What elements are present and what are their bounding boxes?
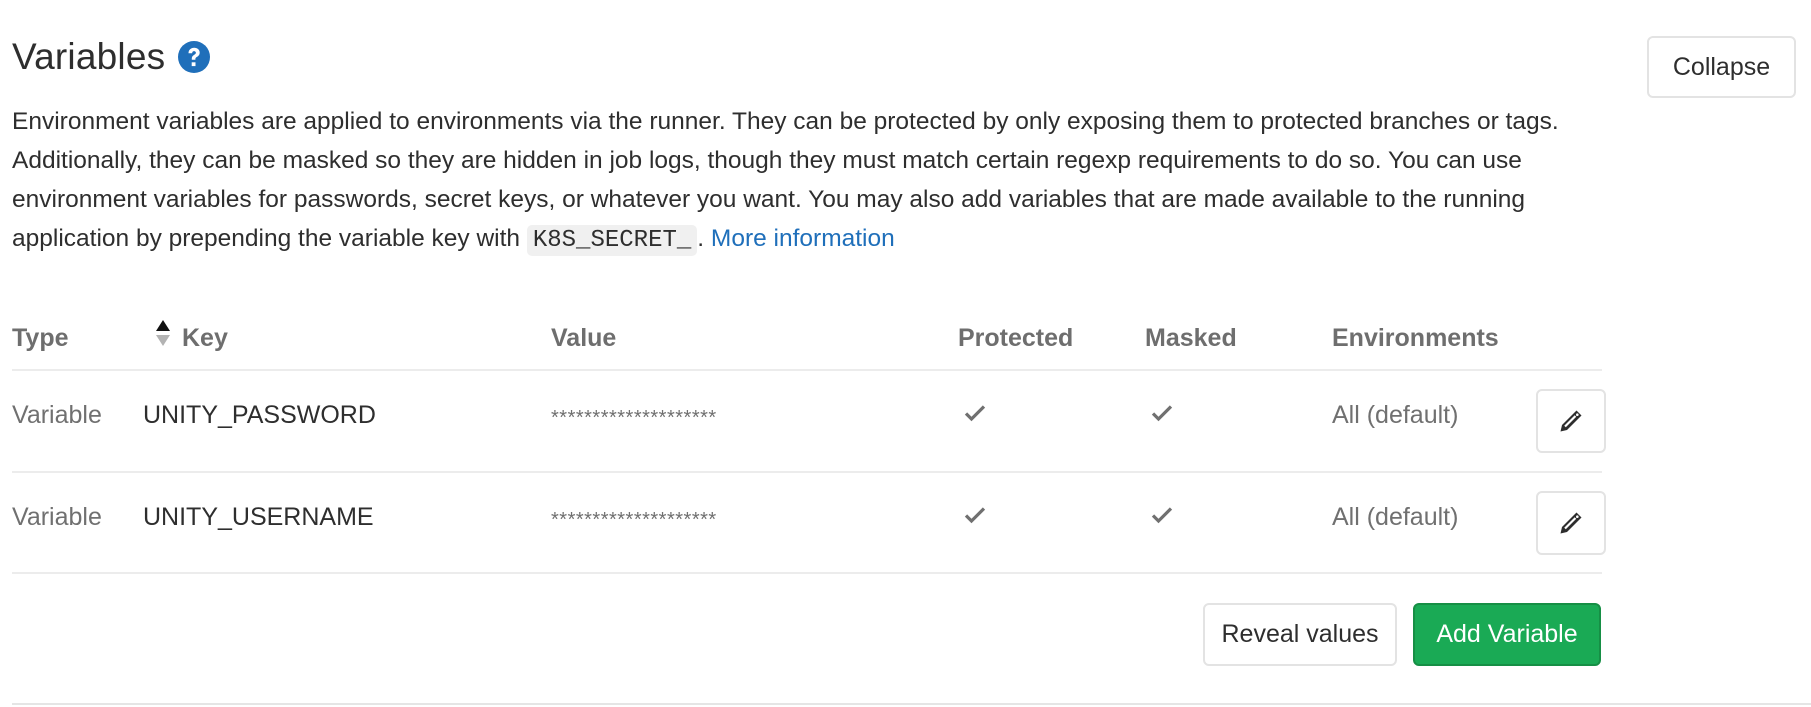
edit-variable-button[interactable] bbox=[1536, 389, 1606, 453]
key-cell: UNITY_PASSWORD bbox=[143, 401, 376, 429]
k8s-secret-code: K8S_SECRET_ bbox=[526, 225, 698, 256]
edit-variable-button[interactable] bbox=[1536, 491, 1606, 555]
table-row: Variable UNITY_USERNAME ****************… bbox=[12, 473, 1606, 574]
section-title: Variables bbox=[12, 36, 166, 77]
section-description: Environment variables are applied to env… bbox=[12, 102, 1612, 260]
header-masked: Masked bbox=[1145, 324, 1237, 352]
header-key[interactable]: Key bbox=[182, 324, 228, 353]
table-row: Variable UNITY_PASSWORD ****************… bbox=[12, 371, 1606, 472]
key-cell: UNITY_USERNAME bbox=[143, 503, 374, 531]
environment-cell: All (default) bbox=[1332, 503, 1459, 531]
protected-check-icon bbox=[963, 503, 987, 527]
reveal-values-button[interactable]: Reveal values bbox=[1203, 603, 1397, 666]
divider bbox=[12, 572, 1602, 574]
more-information-link[interactable]: More information bbox=[711, 225, 895, 252]
pencil-icon bbox=[1560, 512, 1582, 534]
protected-check-icon bbox=[963, 401, 987, 425]
type-cell: Variable bbox=[12, 503, 102, 531]
section-header: Variables bbox=[12, 36, 211, 78]
masked-check-icon bbox=[1150, 503, 1174, 527]
header-type: Type bbox=[12, 324, 69, 352]
sort-ascending-icon[interactable] bbox=[154, 318, 172, 348]
environment-cell: All (default) bbox=[1332, 401, 1459, 429]
header-protected: Protected bbox=[958, 324, 1074, 352]
collapse-button[interactable]: Collapse bbox=[1647, 36, 1796, 98]
section-divider bbox=[12, 703, 1811, 705]
type-cell: Variable bbox=[12, 401, 102, 429]
pencil-icon bbox=[1560, 410, 1582, 432]
header-environments: Environments bbox=[1332, 324, 1499, 352]
value-cell: ******************** bbox=[551, 509, 717, 531]
header-value: Value bbox=[551, 324, 617, 352]
question-circle-icon[interactable] bbox=[177, 40, 211, 74]
value-cell: ******************** bbox=[551, 407, 717, 429]
description-period: . bbox=[697, 225, 705, 252]
masked-check-icon bbox=[1150, 401, 1174, 425]
add-variable-button[interactable]: Add Variable bbox=[1413, 603, 1601, 666]
